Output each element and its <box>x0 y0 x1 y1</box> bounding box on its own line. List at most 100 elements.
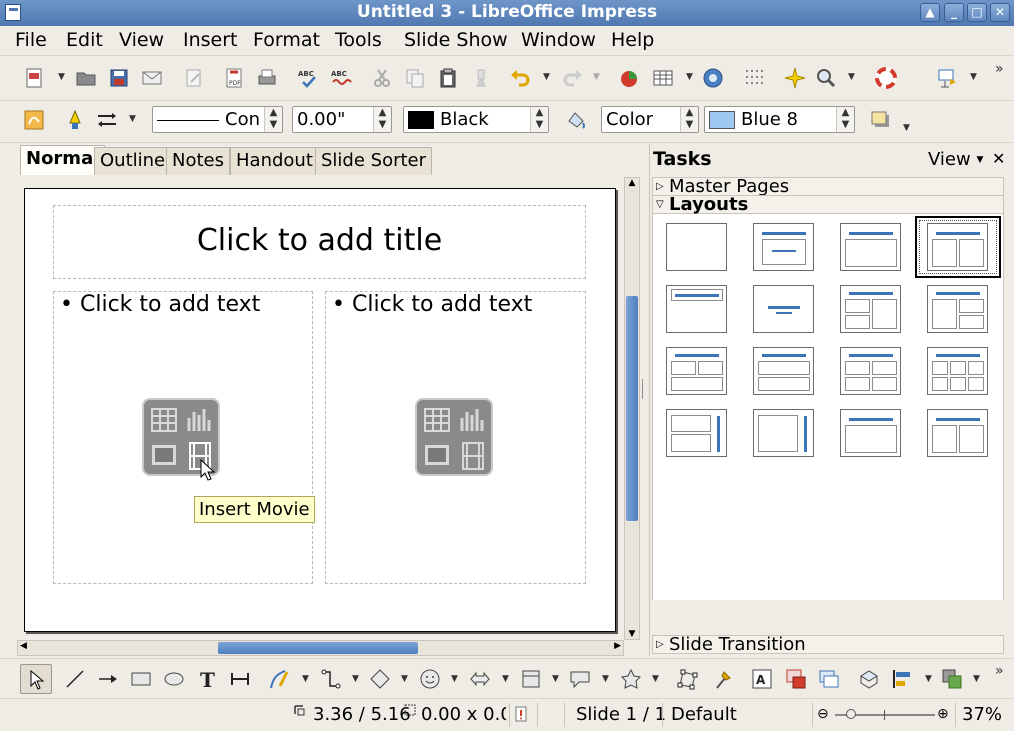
shade-button[interactable]: ▲ <box>920 3 940 22</box>
layout-title-2-content-over-content[interactable] <box>666 347 727 395</box>
close-pane-icon[interactable]: ✕ <box>992 149 1005 168</box>
layout-title-4-content[interactable] <box>840 347 901 395</box>
symbol-shapes-icon[interactable] <box>419 668 441 690</box>
area-color-spin-icon[interactable]: ▲ ▼ <box>836 107 854 132</box>
menu-view[interactable]: View <box>119 29 164 51</box>
fontwork-gallery-icon[interactable]: A <box>751 668 773 690</box>
maximize-button[interactable]: □ <box>967 3 987 22</box>
menu-window[interactable]: Window <box>521 29 596 51</box>
tab-notes[interactable]: Notes <box>166 147 230 175</box>
symbol-shapes-dropdown-icon[interactable]: ▼ <box>451 674 458 684</box>
vertical-scroll-thumb[interactable] <box>626 296 638 521</box>
insert-chart-icon[interactable] <box>182 402 218 438</box>
basic-shapes-icon[interactable] <box>369 668 391 690</box>
select-tool-button[interactable] <box>20 664 52 694</box>
menu-tools[interactable]: Tools <box>335 29 382 51</box>
area-color-select[interactable]: Blue 8 ▲ ▼ <box>704 106 855 133</box>
layout-title-content-over-content[interactable] <box>753 347 814 395</box>
undo-icon[interactable] <box>509 67 531 89</box>
stars-icon[interactable] <box>620 668 642 690</box>
navigator-icon[interactable] <box>702 67 724 89</box>
open-folder-icon[interactable] <box>75 67 97 89</box>
autospellcheck-icon[interactable]: ABC <box>330 67 352 89</box>
connector-tool-icon[interactable] <box>320 668 342 690</box>
menu-insert[interactable]: Insert <box>183 29 238 51</box>
area-style-spin-icon[interactable]: ▲ ▼ <box>680 107 698 132</box>
menu-slide-show[interactable]: Slide Show <box>404 29 508 51</box>
arrow-style-icon[interactable] <box>96 109 118 131</box>
line-style-spin-icon[interactable]: ▲ ▼ <box>264 107 282 132</box>
horizontal-scrollbar[interactable]: ◀ ▶ <box>17 640 624 656</box>
title-placeholder[interactable]: Click to add title <box>53 205 586 279</box>
fontwork-star-icon[interactable] <box>784 67 806 89</box>
menu-format[interactable]: Format <box>253 29 320 51</box>
table-dropdown-icon[interactable]: ▼ <box>686 72 693 82</box>
ellipse-tool-icon[interactable] <box>163 668 185 690</box>
copy-icon[interactable] <box>404 67 426 89</box>
block-arrows-icon[interactable] <box>469 668 491 690</box>
zoom-level[interactable]: 37% <box>962 704 1002 725</box>
layout-title-vertical-text[interactable] <box>840 409 901 457</box>
line-icon[interactable] <box>64 109 86 131</box>
curve-tool-icon[interactable] <box>268 668 290 690</box>
redo-dropdown-icon[interactable]: ▼ <box>593 72 600 82</box>
table-icon[interactable] <box>652 67 674 89</box>
area-style-select[interactable]: Color ▲ ▼ <box>601 106 699 133</box>
gallery-icon[interactable] <box>818 668 840 690</box>
dimension-line-tool-icon[interactable] <box>229 668 251 690</box>
menu-file[interactable]: File <box>15 29 47 51</box>
export-pdf-icon[interactable]: PDF <box>223 67 245 89</box>
clone-formatting-icon[interactable] <box>470 67 492 89</box>
styles-icon[interactable] <box>23 109 45 131</box>
drawing-toolbar-overflow-icon[interactable]: » <box>995 663 1004 679</box>
line-width-spin-icon[interactable]: ▲ ▼ <box>373 107 391 132</box>
undo-dropdown-icon[interactable]: ▼ <box>543 72 550 82</box>
slide-transition-section[interactable]: ▷ Slide Transition <box>652 635 1004 654</box>
tab-outline[interactable]: Outline <box>94 147 172 175</box>
line-arrow-tool-icon[interactable] <box>97 668 119 690</box>
insert-table-icon[interactable] <box>419 402 455 438</box>
extrusion-icon[interactable] <box>858 668 880 690</box>
layout-title-2-content[interactable] <box>927 223 988 271</box>
email-icon[interactable] <box>141 67 163 89</box>
save-icon[interactable] <box>108 67 130 89</box>
connector-dropdown-icon[interactable]: ▼ <box>352 674 359 684</box>
line-tool-icon[interactable] <box>64 668 86 690</box>
pane-splitter-handle[interactable]: | | | <box>641 379 647 432</box>
line-color-spin-icon[interactable]: ▲ ▼ <box>530 107 548 132</box>
paste-icon[interactable] <box>437 67 459 89</box>
tab-handout[interactable]: Handout <box>230 147 319 175</box>
align-icon[interactable] <box>891 668 913 690</box>
layout-title-6-content[interactable] <box>927 347 988 395</box>
insert-table-icon[interactable] <box>146 402 182 438</box>
layout-centered-text[interactable] <box>753 285 814 333</box>
tasks-view-menu[interactable]: View ▼ <box>928 149 983 170</box>
layout-blank[interactable] <box>666 223 727 271</box>
new-dropdown-icon[interactable]: ▼ <box>58 72 65 82</box>
layout-title-content[interactable] <box>840 223 901 271</box>
toolbar-overflow-icon[interactable]: » <box>995 61 1004 77</box>
zoom-icon[interactable] <box>815 67 837 89</box>
flowchart-dropdown-icon[interactable]: ▼ <box>552 674 559 684</box>
tab-slide-sorter[interactable]: Slide Sorter <box>315 147 433 175</box>
points-icon[interactable] <box>677 668 699 690</box>
document-modified-icon[interactable] <box>514 706 528 722</box>
zoom-dropdown-icon[interactable]: ▼ <box>848 72 855 82</box>
tab-normal[interactable]: Normal <box>20 145 106 175</box>
menu-edit[interactable]: Edit <box>66 29 103 51</box>
vertical-scrollbar[interactable]: ▲ ▼ <box>624 177 640 640</box>
line-toolbar-overflow-icon[interactable]: ▼ <box>903 123 910 133</box>
flowchart-icon[interactable] <box>520 668 542 690</box>
arrow-style-dropdown-icon[interactable]: ▼ <box>129 114 136 124</box>
help-lifebuoy-icon[interactable] <box>875 67 897 89</box>
chart-icon[interactable] <box>619 67 641 89</box>
area-fill-icon[interactable] <box>565 109 587 131</box>
layout-title-vertical-2[interactable] <box>927 409 988 457</box>
insert-chart-icon[interactable] <box>455 402 491 438</box>
from-file-icon[interactable] <box>785 668 807 690</box>
master-page-name[interactable]: Default <box>671 704 737 725</box>
horizontal-scroll-thumb[interactable] <box>218 642 418 654</box>
insert-image-icon[interactable] <box>146 438 182 474</box>
insert-movie-icon[interactable] <box>455 438 491 474</box>
redo-icon[interactable] <box>562 67 584 89</box>
